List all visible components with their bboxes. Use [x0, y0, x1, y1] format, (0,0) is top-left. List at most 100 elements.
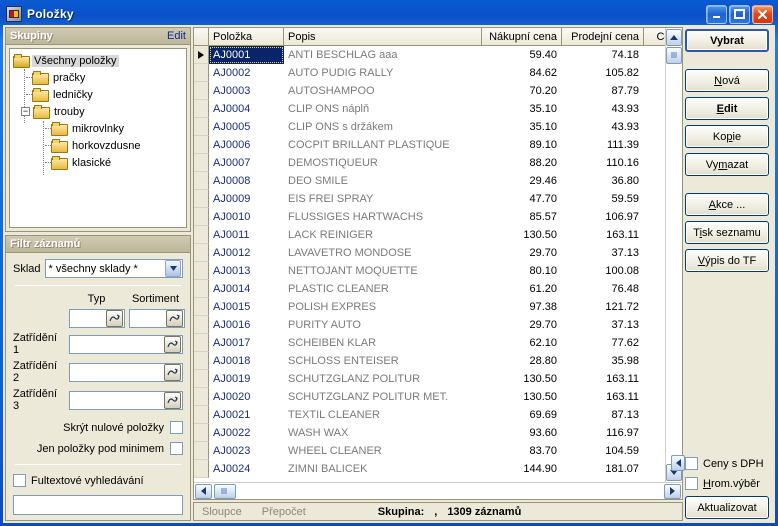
cell-purchase-price[interactable]: 28.80	[482, 352, 562, 370]
groups-tree[interactable]: Všechny položky pračky ledničky − trouby…	[9, 48, 187, 228]
zatrideni3-input[interactable]	[70, 394, 164, 406]
cell-purchase-price[interactable]: 69.69	[482, 406, 562, 424]
fulltext-checkbox[interactable]	[13, 474, 26, 487]
cell-code[interactable]: AJ0011	[209, 226, 284, 244]
cell-description[interactable]: PURITY AUTO	[284, 316, 482, 334]
row-indicator[interactable]	[194, 100, 209, 118]
table-row[interactable]: AJ0010FLUSSIGES HARTWACHS85.57106.970.00	[194, 208, 665, 226]
cell-description[interactable]: NETTOJANT MOQUETTE	[284, 262, 482, 280]
grid-header-sale-price[interactable]: Prodejní cena	[562, 28, 644, 46]
hide-zero-row[interactable]: Skrýt nulové položky	[13, 419, 183, 436]
row-indicator[interactable]	[194, 118, 209, 136]
zatrideni3-field[interactable]	[69, 390, 183, 410]
vertical-scrollbar[interactable]	[665, 28, 682, 482]
zatrideni1-lookup-icon[interactable]	[164, 335, 181, 353]
cell-description[interactable]: CLIP ONS s držákem	[284, 118, 482, 136]
sortiment-field[interactable]	[129, 309, 185, 328]
scroll-right-button[interactable]	[664, 483, 681, 499]
cell-sale-price[interactable]: 163.11	[562, 388, 644, 406]
scroll-left-button[interactable]	[195, 483, 212, 499]
cell-total-stock[interactable]: 0.00	[644, 190, 665, 208]
row-indicator[interactable]	[194, 460, 209, 478]
cell-total-stock[interactable]: 0.00	[644, 388, 665, 406]
cell-code[interactable]: AJ0004	[209, 100, 284, 118]
cell-description[interactable]: LACK REINIGER	[284, 226, 482, 244]
table-row[interactable]: AJ0013NETTOJANT MOQUETTE80.10100.080.00	[194, 262, 665, 280]
fulltext-row[interactable]: Fultextové vyhledávání	[13, 472, 183, 489]
cell-description[interactable]: WHEEL CLEANER	[284, 442, 482, 460]
table-row[interactable]: AJ0002AUTO PUDIG RALLY84.62105.820.00	[194, 64, 665, 82]
cell-description[interactable]: SCHEIBEN KLAR	[284, 334, 482, 352]
grid-header-desc[interactable]: Popis	[284, 28, 482, 46]
search-input[interactable]	[14, 496, 182, 514]
cell-code[interactable]: AJ0007	[209, 154, 284, 172]
cell-total-stock[interactable]: 0.00	[644, 64, 665, 82]
typ-lookup-icon[interactable]	[106, 310, 123, 327]
scroll-up-button[interactable]	[666, 29, 682, 46]
cell-sale-price[interactable]: 104.59	[562, 442, 644, 460]
cell-code[interactable]: AJ0020	[209, 388, 284, 406]
grid-header-total-stock[interactable]: Celk.zásoba	[644, 28, 665, 46]
close-button[interactable]	[752, 5, 773, 24]
table-row[interactable]: AJ0001ANTI BESCHLAG aaa59.4074.180.00	[194, 46, 665, 64]
cell-description[interactable]: ZIMNI BALICEK	[284, 460, 482, 478]
table-row[interactable]: AJ0023WHEEL CLEANER83.70104.590.00	[194, 442, 665, 460]
cell-description[interactable]: WASH WAX	[284, 424, 482, 442]
cell-sale-price[interactable]: 163.11	[562, 370, 644, 388]
row-indicator[interactable]	[194, 424, 209, 442]
cell-purchase-price[interactable]: 130.50	[482, 226, 562, 244]
cell-sale-price[interactable]: 106.97	[562, 208, 644, 226]
tree-expander-icon[interactable]: −	[21, 107, 30, 116]
table-row[interactable]: AJ0008DEO SMILE29.4636.800.00	[194, 172, 665, 190]
cell-total-stock[interactable]: 0.00	[644, 406, 665, 424]
cell-total-stock[interactable]: 0.00	[644, 172, 665, 190]
row-indicator[interactable]	[194, 46, 209, 64]
cell-description[interactable]: COCPIT BRILLANT PLASTIQUE	[284, 136, 482, 154]
row-indicator[interactable]	[194, 442, 209, 460]
cell-description[interactable]: DEO SMILE	[284, 172, 482, 190]
cell-purchase-price[interactable]: 62.10	[482, 334, 562, 352]
sortiment-input[interactable]	[130, 312, 166, 325]
table-row[interactable]: AJ0018SCHLOSS ENTEISER28.8035.980.00	[194, 352, 665, 370]
row-indicator[interactable]	[194, 226, 209, 244]
tree-item-trouby[interactable]: − trouby	[12, 103, 184, 120]
typ-input[interactable]	[70, 312, 106, 325]
cell-total-stock[interactable]: 0.00	[644, 460, 665, 478]
row-indicator[interactable]	[194, 64, 209, 82]
below-min-checkbox[interactable]	[170, 442, 183, 455]
cell-purchase-price[interactable]: 88.20	[482, 154, 562, 172]
cell-total-stock[interactable]: 0.00	[644, 244, 665, 262]
delete-button[interactable]: Vymazat	[685, 153, 769, 176]
cell-total-stock[interactable]: 0.00	[644, 316, 665, 334]
table-row[interactable]: AJ0011LACK REINIGER130.50163.110.00	[194, 226, 665, 244]
cell-total-stock[interactable]: 0.00	[644, 280, 665, 298]
table-row[interactable]: AJ0012LAVAVETRO MONDOSE29.7037.130.00	[194, 244, 665, 262]
cell-description[interactable]: SCHLOSS ENTEISER	[284, 352, 482, 370]
cell-purchase-price[interactable]: 83.70	[482, 442, 562, 460]
hide-zero-checkbox[interactable]	[170, 421, 183, 434]
cell-code[interactable]: AJ0019	[209, 370, 284, 388]
new-button[interactable]: Nová	[685, 69, 769, 92]
cell-total-stock[interactable]: 0.00	[644, 136, 665, 154]
row-indicator[interactable]	[194, 244, 209, 262]
cell-total-stock[interactable]: 0.00	[644, 100, 665, 118]
cell-description[interactable]: DEMOSTIQUEUR	[284, 154, 482, 172]
cell-code[interactable]: AJ0002	[209, 64, 284, 82]
cell-purchase-price[interactable]: 70.20	[482, 82, 562, 100]
cell-description[interactable]: SCHUTZGLANZ POLITUR MET.	[284, 388, 482, 406]
cell-code[interactable]: AJ0013	[209, 262, 284, 280]
cell-purchase-price[interactable]: 144.90	[482, 460, 562, 478]
table-row[interactable]: AJ0019SCHUTZGLANZ POLITUR130.50163.110.0…	[194, 370, 665, 388]
cell-code[interactable]: AJ0012	[209, 244, 284, 262]
cell-description[interactable]: LAVAVETRO MONDOSE	[284, 244, 482, 262]
cell-code[interactable]: AJ0015	[209, 298, 284, 316]
table-row[interactable]: AJ0020 SCHUTZGLANZ POLITUR MET. 130.50 163.…	[194, 388, 665, 406]
cell-purchase-price[interactable]: 35.10	[482, 100, 562, 118]
row-indicator[interactable]	[194, 406, 209, 424]
cell-description[interactable]: FLUSSIGES HARTWACHS	[284, 208, 482, 226]
row-indicator[interactable]	[194, 334, 209, 352]
zatrideni2-input[interactable]	[70, 366, 164, 378]
tree-item-pracky[interactable]: pračky	[12, 69, 184, 86]
edit-button[interactable]: Edit	[685, 97, 769, 120]
table-row[interactable]: AJ0006 COCPIT BRILLANT PLASTIQUE 89.10 111.…	[194, 136, 665, 154]
